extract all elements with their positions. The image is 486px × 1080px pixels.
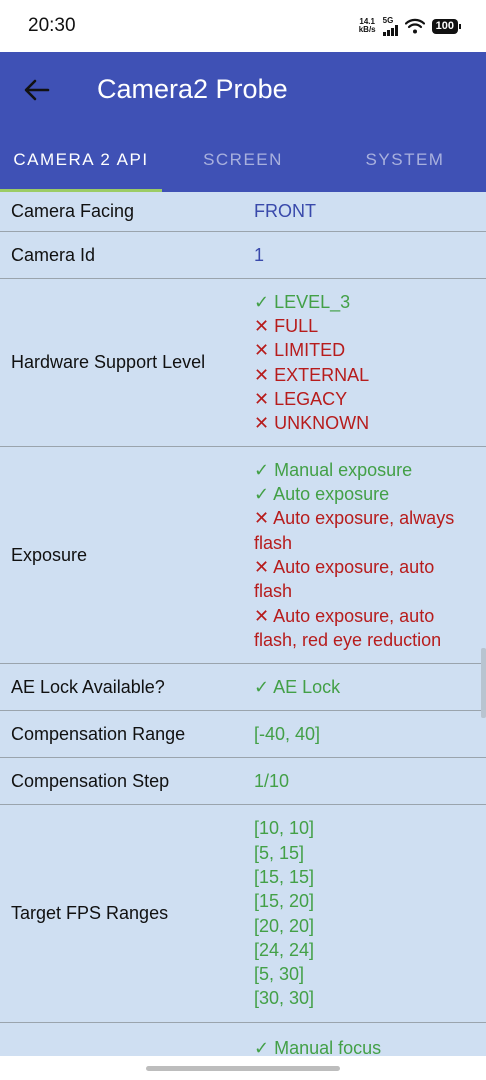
row-value: ✓ Manual focus [243, 1023, 486, 1056]
row-focus-partial: ✓ Manual focus [0, 1023, 486, 1056]
value-line: ✕ Auto exposure, auto flash, red eye red… [254, 605, 442, 650]
row-label: Compensation Step [11, 770, 170, 791]
value-line: [-40, 40] [254, 723, 321, 744]
status-bar: 20:30 14.1 kB/s 5G 100 [0, 0, 486, 52]
battery-icon: 100 [431, 18, 462, 34]
value-line: 1 [254, 244, 265, 265]
row-value: ✓ LEVEL_3 ✕ FULL ✕ LIMITED ✕ EXTERNAL ✕ … [243, 279, 486, 446]
row-value: ✓ AE Lock [243, 664, 486, 710]
row-exposure: Exposure ✓ Manual exposure ✓ Auto exposu… [0, 447, 486, 664]
row-label: Camera Id [11, 244, 96, 265]
tab-bar: CAMERA 2 API SCREEN SYSTEM [0, 127, 486, 192]
value-line: ✕ Auto exposure, auto flash [254, 557, 435, 602]
value-line: [10, 10] [254, 818, 315, 839]
row-label: Exposure [11, 544, 88, 565]
row-label: Hardware Support Level [11, 352, 206, 372]
value-line: [30, 30] [254, 988, 315, 1009]
value-line: ✕ UNKNOWN [254, 413, 370, 434]
back-button[interactable] [0, 52, 74, 127]
tab-screen[interactable]: SCREEN [162, 127, 324, 192]
network-type: 5G [382, 15, 394, 25]
navigation-bar [0, 1056, 486, 1080]
value-line: [5, 30] [254, 964, 305, 985]
value-line: 1/10 [254, 770, 290, 791]
value-line: ✕ FULL [254, 315, 319, 336]
value-line: [24, 24] [254, 939, 315, 960]
speed-unit: kB/s [358, 25, 376, 34]
value-line: ✕ LEGACY [254, 388, 348, 409]
value-line: ✓ AE Lock [254, 676, 341, 697]
row-compensation-range: Compensation Range [-40, 40] [0, 711, 486, 758]
tab-camera2-api[interactable]: CAMERA 2 API [0, 127, 162, 192]
scrollbar-thumb[interactable] [481, 648, 486, 718]
row-label: Camera Facing [11, 201, 135, 221]
value-line: ✓ LEVEL_3 [254, 291, 351, 312]
value-line: [5, 15] [254, 842, 305, 863]
properties-list[interactable]: Camera Facing FRONT Camera Id 1 Hardware… [0, 192, 486, 1056]
value-line: FRONT [254, 201, 316, 222]
row-label: Compensation Range [11, 723, 186, 744]
value-line: ✓ Manual exposure [254, 459, 413, 480]
value-line: ✕ Auto exposure, always flash [254, 508, 455, 553]
value-line: [20, 20] [254, 915, 315, 936]
app-title: Camera2 Probe [97, 74, 288, 104]
row-label: Target FPS Ranges [11, 903, 169, 923]
app-bar: Camera2 Probe [0, 52, 486, 127]
value-line: [15, 20] [254, 891, 315, 912]
row-value: FRONT [243, 192, 486, 231]
network-speed: 14.1 kB/s [359, 18, 376, 34]
value-line: ✓ Auto exposure [254, 484, 390, 505]
row-hardware-support-level: Hardware Support Level ✓ LEVEL_3 ✕ FULL … [0, 279, 486, 447]
row-value: 1 [243, 232, 486, 278]
row-camera-facing: Camera Facing FRONT [0, 192, 486, 232]
home-gesture-handle[interactable] [146, 1066, 340, 1071]
row-camera-id: Camera Id 1 [0, 232, 486, 279]
row-compensation-step: Compensation Step 1/10 [0, 758, 486, 805]
row-value: ✓ Manual exposure ✓ Auto exposure ✕ Auto… [243, 447, 486, 663]
row-label: AE Lock Available? [11, 676, 165, 697]
value-line: ✕ EXTERNAL [254, 364, 370, 385]
row-target-fps-ranges: Target FPS Ranges [10, 10] [5, 15] [15, … [0, 805, 486, 1023]
row-value: [10, 10] [5, 15] [15, 15] [15, 20] [20, … [243, 805, 486, 1022]
value-line: ✕ LIMITED [254, 340, 346, 361]
arrow-left-icon [24, 79, 50, 100]
wifi-icon [404, 18, 425, 34]
row-value: [-40, 40] [243, 711, 486, 757]
status-icons: 14.1 kB/s 5G 100 [359, 15, 462, 36]
value-line: [15, 15] [254, 866, 315, 887]
row-value: 1/10 [243, 758, 486, 804]
signal-icon: 5G [382, 15, 398, 36]
tab-system[interactable]: SYSTEM [324, 127, 486, 192]
value-line: ✓ Manual focus [254, 1038, 382, 1056]
clock: 20:30 [28, 15, 76, 36]
row-ae-lock-available: AE Lock Available? ✓ AE Lock [0, 664, 486, 711]
